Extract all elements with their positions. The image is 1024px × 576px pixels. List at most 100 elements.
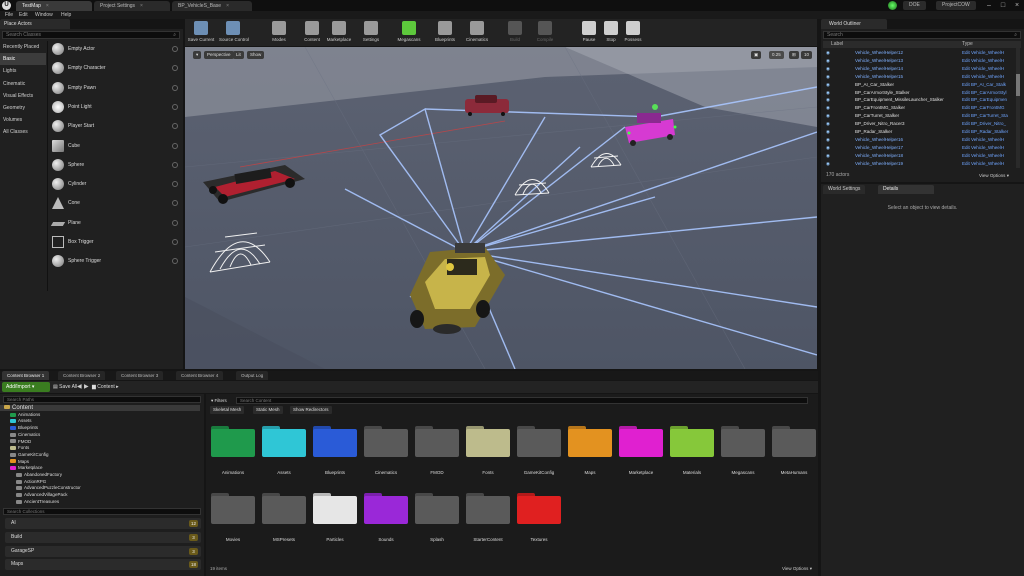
category-geometry[interactable]: Geometry — [0, 102, 46, 114]
tree-item-ancienttreasures[interactable]: AncientTreasures — [0, 499, 59, 505]
info-icon[interactable] — [172, 258, 178, 265]
outliner-row[interactable]: ◉ Vehicle_WheelHelper13 Edit Vehicle_Wheel… — [823, 57, 1015, 65]
actor-item-sphere-trigger[interactable]: Sphere Trigger — [48, 252, 182, 271]
actor-item-player-start[interactable]: Player Start — [48, 117, 182, 136]
outliner-type-link[interactable]: Edit Vehicle_WheelH — [962, 160, 1004, 168]
collection-ai[interactable]: AI 12 — [5, 518, 201, 529]
tree-item-fmod[interactable]: FMOD — [0, 439, 31, 445]
category-cinematic[interactable]: Cinematic — [0, 78, 46, 90]
outliner-row[interactable]: ◉ BP_Driver_Nitro_Racer3 Edit BP_Driver_Ni… — [823, 120, 1015, 128]
visibility-eye-icon[interactable]: ◉ — [826, 89, 830, 97]
content-view-options[interactable]: View Options ▾ — [782, 566, 812, 572]
actor-item-empty-actor[interactable]: Empty Actor — [48, 40, 182, 59]
project-button[interactable]: ProjectCOW — [936, 1, 976, 10]
tab-content-browser-3[interactable]: Content Browser 3 — [116, 371, 164, 380]
search-classes-input[interactable]: Search Classes ⌕ — [2, 31, 180, 39]
possess-button[interactable]: Possess — [619, 20, 647, 45]
tree-item-cinematics[interactable]: Cinematics — [0, 432, 40, 438]
info-icon[interactable] — [172, 123, 178, 130]
add-import-button[interactable]: Add/Import ▾ — [2, 382, 50, 392]
actor-item-cone[interactable]: Cone — [48, 194, 182, 213]
outliner-row[interactable]: ◉ Vehicle_WheelHelper19 Edit Vehicle_Wheel… — [823, 160, 1015, 168]
category-volumes[interactable]: Volumes — [0, 114, 46, 126]
visibility-eye-icon[interactable]: ◉ — [826, 65, 830, 73]
collection-build[interactable]: Build 3 — [5, 531, 201, 543]
tree-item-maps[interactable]: Maps — [0, 459, 29, 465]
actor-item-empty-pawn[interactable]: Empty Pawn — [48, 79, 182, 98]
outliner-type-link[interactable]: Edit Vehicle_WheelH — [962, 73, 1004, 81]
visibility-eye-icon[interactable]: ◉ — [826, 57, 830, 65]
visibility-eye-icon[interactable]: ◉ — [826, 144, 830, 152]
tab-content-browser-2[interactable]: Content Browser 2 — [58, 371, 106, 380]
tree-item-marketplace[interactable]: Marketplace — [0, 465, 43, 471]
tree-item-fonts[interactable]: Fonts — [0, 445, 29, 451]
actor-item-point-light[interactable]: Point Light — [48, 98, 182, 117]
cinematics-button[interactable]: Cinematics — [463, 20, 491, 45]
outliner-type-link[interactable]: Edit Vehicle_WheelH — [962, 144, 1004, 152]
info-icon[interactable] — [172, 181, 178, 188]
marketplace-button[interactable]: Marketplace — [325, 20, 353, 45]
folder-textures[interactable]: Textures — [515, 490, 563, 550]
info-icon[interactable] — [172, 219, 178, 226]
folder-gamekitconfig[interactable]: GameKitConfig — [515, 423, 563, 483]
viewport-scene[interactable] — [185, 47, 817, 369]
modes-button[interactable]: Modes — [265, 20, 293, 45]
type-column-header[interactable]: Type — [962, 41, 973, 48]
folder-metahumans[interactable]: MetaHumans — [770, 423, 818, 483]
filter-show-redirectors[interactable]: Show Redirectors — [290, 406, 332, 414]
grid-toggle-icon[interactable]: ⊞ — [789, 51, 799, 59]
info-icon[interactable] — [172, 84, 178, 91]
info-icon[interactable] — [172, 161, 178, 168]
folder-particles[interactable]: Particles — [311, 490, 359, 550]
save-all-button[interactable]: ▤ Save All — [53, 382, 77, 392]
menu-window[interactable]: Window — [35, 11, 53, 19]
folder-cinematics[interactable]: Cinematics — [362, 423, 410, 483]
tree-item-gamekitconfig[interactable]: GameKitConfig — [0, 452, 49, 458]
visibility-eye-icon[interactable]: ◉ — [826, 112, 830, 120]
minimize-icon[interactable]: – — [982, 0, 996, 11]
menu-edit[interactable]: Edit — [19, 11, 28, 19]
category-recently-placed[interactable]: Recently Placed — [0, 41, 46, 53]
details-tab[interactable]: Details — [878, 185, 934, 194]
actor-item-sphere[interactable]: Sphere — [48, 156, 182, 175]
place-actors-tab[interactable]: Place Actors — [0, 19, 70, 29]
zoom-value[interactable]: 0.25 — [769, 51, 784, 59]
search-paths-input[interactable]: Search Paths — [3, 396, 201, 403]
tree-item-actionrpg[interactable]: ActionRPG — [0, 479, 46, 485]
search-collections-input[interactable]: Search Collections — [3, 508, 201, 515]
visibility-eye-icon[interactable]: ◉ — [826, 152, 830, 160]
collection-maps[interactable]: Maps 18 — [5, 559, 201, 571]
category-all-classes[interactable]: All Classes — [0, 126, 46, 138]
outliner-row[interactable]: ◉ BP_CarEquipment_MissileLauncher_Stalker… — [823, 96, 1015, 104]
world-settings-tab[interactable]: World Settings — [823, 185, 866, 194]
tab-project-settings[interactable]: Project Settings × — [94, 1, 170, 11]
outliner-type-link[interactable]: Edit BP_CarEquipmen — [962, 96, 1007, 104]
visibility-eye-icon[interactable]: ◉ — [826, 81, 830, 89]
filters-button[interactable]: ▾ Filters — [211, 397, 227, 404]
outliner-view-options[interactable]: View Options ▾ — [979, 173, 1009, 179]
forward-arrow-icon[interactable]: ▶ — [84, 382, 89, 392]
build-button[interactable]: Build — [501, 20, 529, 45]
breadcrumb[interactable]: ▆ Content ▸ — [92, 382, 119, 392]
info-icon[interactable] — [172, 142, 178, 149]
tab-bp-vehicles-base[interactable]: BP_VehicleS_Base × — [172, 1, 252, 11]
tree-item-advancedvillagepack[interactable]: AdvancedVillagePack — [0, 492, 67, 498]
tree-item-blueprints[interactable]: Blueprints — [0, 425, 38, 431]
collection-garagesp[interactable]: GarageSP 3 — [5, 545, 201, 557]
folder-animations[interactable]: Animations — [209, 423, 257, 483]
folder-movies[interactable]: Movies — [209, 490, 257, 550]
outliner-row[interactable]: ◉ Vehicle_WheelHelper12 Edit Vehicle_Wheel… — [823, 49, 1015, 57]
label-column-header[interactable]: Label — [831, 41, 843, 48]
outliner-type-link[interactable]: Edit Vehicle_WheelH — [962, 65, 1004, 73]
folder-mspresets[interactable]: MSPresets — [260, 490, 308, 550]
close-icon[interactable]: × — [46, 3, 49, 9]
visibility-eye-icon[interactable]: ◉ — [826, 96, 830, 104]
folder-materials[interactable]: Materials — [668, 423, 716, 483]
folder-startercontent[interactable]: StarterContent — [464, 490, 512, 550]
visibility-eye-icon[interactable]: ◉ — [826, 128, 830, 136]
outliner-row[interactable]: ◉ BP_CarFrontMG_Stalker Edit BP_CarFrontMG — [823, 104, 1015, 112]
folder-splash[interactable]: Splash — [413, 490, 461, 550]
info-icon[interactable] — [172, 200, 178, 207]
visibility-eye-icon[interactable]: ◉ — [826, 73, 830, 81]
close-icon[interactable]: × — [140, 3, 143, 9]
